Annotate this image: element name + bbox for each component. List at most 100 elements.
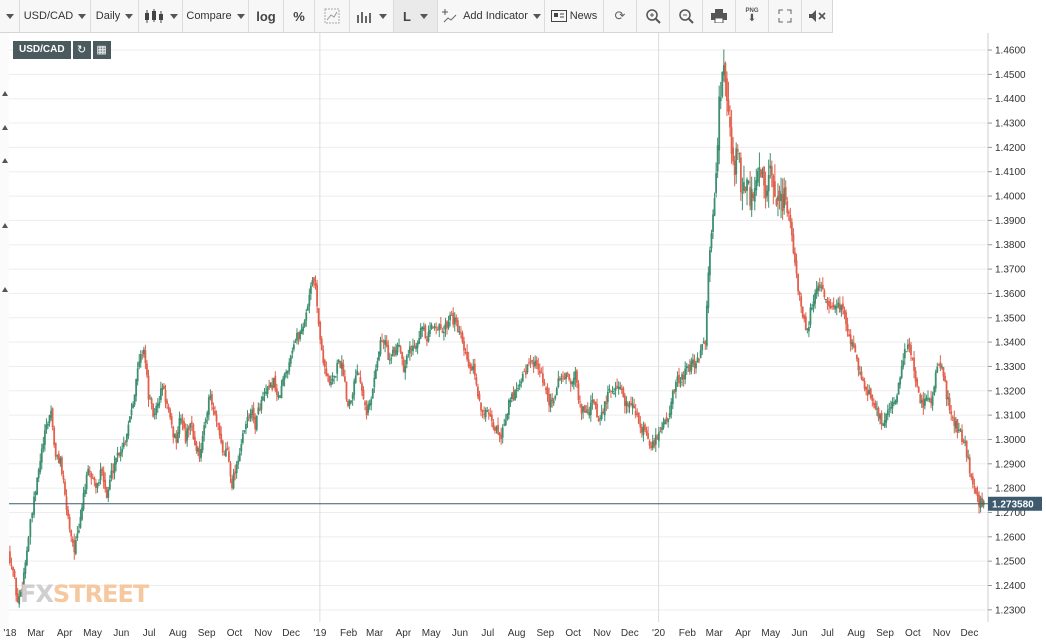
- zoom-out-button[interactable]: [670, 0, 703, 32]
- candle-body: [520, 381, 523, 384]
- log-scale-button[interactable]: log: [249, 0, 284, 32]
- mute-button[interactable]: [802, 0, 832, 32]
- candle-body: [511, 393, 513, 400]
- interval-selector[interactable]: Daily: [91, 0, 139, 32]
- compare-button[interactable]: Compare: [183, 0, 249, 32]
- time-tick-label: Oct: [905, 628, 921, 639]
- candle-body: [466, 351, 469, 360]
- candle-body: [917, 387, 920, 393]
- candle-body: [916, 379, 919, 387]
- candle-body: [685, 366, 688, 369]
- candle-body: [430, 324, 433, 330]
- candle-body: [450, 314, 453, 316]
- collapse-arrow-icon[interactable]: [2, 91, 8, 96]
- candle-body: [102, 471, 105, 483]
- chart-toolbar: USD/CAD Daily Compare log % L Add Indica…: [0, 0, 833, 33]
- candle-body: [814, 292, 816, 304]
- reload-icon[interactable]: ↻: [72, 41, 91, 59]
- candle-body: [385, 341, 388, 347]
- candle-body: [837, 302, 840, 307]
- candle-body: [767, 175, 770, 192]
- candle-body: [671, 390, 674, 405]
- candle-body: [135, 379, 138, 397]
- candle-body: [620, 388, 623, 390]
- refresh-button[interactable]: ⟳: [604, 0, 637, 32]
- drawing-tools-button[interactable]: [315, 0, 350, 32]
- chevron-down-icon: [419, 13, 428, 19]
- percent-scale-button[interactable]: %: [284, 0, 315, 32]
- candle-body: [265, 391, 267, 394]
- candle-body: [600, 412, 603, 419]
- symbol-selector[interactable]: USD/CAD: [20, 0, 91, 32]
- candle-body: [129, 416, 131, 423]
- collapse-arrow-icon[interactable]: [2, 125, 8, 130]
- collapse-arrow-icon[interactable]: [2, 287, 8, 292]
- candle-body: [280, 385, 283, 399]
- candle-body: [149, 398, 151, 400]
- candle-body: [365, 406, 368, 416]
- candle-body: [743, 182, 745, 192]
- candle-body: [729, 116, 731, 128]
- candle-body: [224, 449, 227, 457]
- price-chart[interactable]: 1.2300 1.2400 1.2500 1.2600 1.2700 1.2800 1.29…: [0, 0, 1046, 640]
- candle-body: [206, 412, 209, 418]
- candle-body: [136, 368, 139, 382]
- candle-body: [896, 395, 898, 403]
- news-button[interactable]: News: [545, 0, 604, 32]
- candle-body: [945, 380, 948, 400]
- candle-body: [449, 314, 451, 321]
- candle-body: [65, 496, 68, 510]
- candle-body: [591, 400, 594, 403]
- last-price-tag: [988, 496, 1042, 511]
- candle-body: [784, 187, 787, 201]
- candle-body: [269, 382, 272, 388]
- candle-body: [395, 350, 397, 356]
- menu-dropdown[interactable]: [0, 0, 20, 32]
- candle-body: [87, 468, 90, 476]
- candle-body: [226, 447, 229, 450]
- candle-body: [783, 188, 786, 208]
- candle-body: [750, 188, 753, 210]
- line-tool-button[interactable]: L: [394, 0, 438, 32]
- compare-label: Compare: [186, 10, 232, 22]
- candle-body: [549, 399, 552, 408]
- candle-body: [396, 344, 399, 353]
- candle-body: [625, 401, 628, 407]
- candle-body: [138, 361, 141, 367]
- candle-body: [582, 406, 584, 412]
- candle-body: [808, 327, 810, 332]
- candle-body: [557, 378, 560, 388]
- candle-body: [183, 421, 185, 429]
- candle-body: [489, 413, 492, 417]
- time-tick-label: Feb: [340, 628, 358, 639]
- price-tick-label: 1.4300: [995, 119, 1026, 130]
- collapse-arrow-icon[interactable]: [2, 223, 8, 228]
- download-png-button[interactable]: PNG ⬇: [736, 0, 769, 32]
- candle-body: [645, 430, 648, 434]
- candle-body: [766, 190, 769, 197]
- candle-body: [299, 331, 301, 340]
- candle-body: [596, 403, 598, 418]
- volume-button[interactable]: [350, 0, 394, 32]
- add-indicator-label: Add Indicator: [463, 10, 528, 22]
- candle-body: [455, 317, 458, 322]
- candle-body: [606, 391, 609, 403]
- candle-body: [286, 370, 289, 374]
- candle-body: [778, 190, 781, 202]
- candle-body: [463, 341, 465, 351]
- candle-body: [484, 410, 487, 418]
- collapse-arrow-icon[interactable]: [2, 158, 8, 163]
- chart-type-button[interactable]: [139, 0, 183, 32]
- zoom-in-button[interactable]: [637, 0, 670, 32]
- add-indicator-button[interactable]: Add Indicator: [438, 0, 545, 32]
- candle-body: [294, 341, 297, 343]
- candle-body: [187, 427, 190, 431]
- candle-body: [56, 455, 59, 457]
- print-button[interactable]: [703, 0, 736, 32]
- calendar-icon[interactable]: ▦: [92, 41, 111, 59]
- candle-body: [661, 427, 663, 431]
- candle-body: [876, 408, 878, 410]
- fullscreen-button[interactable]: [769, 0, 802, 32]
- candle-body: [54, 442, 57, 457]
- candle-body: [674, 382, 677, 392]
